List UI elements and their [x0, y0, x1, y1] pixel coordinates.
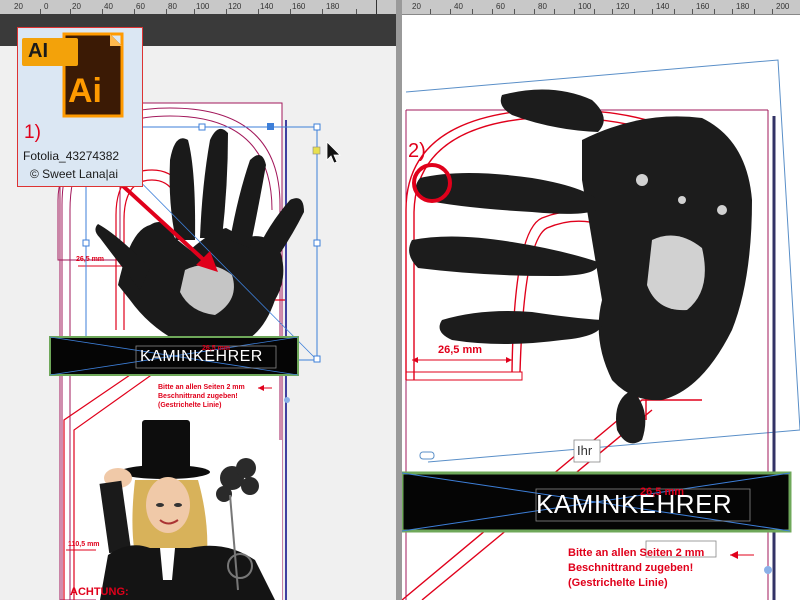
file-type-tab: AI: [28, 40, 48, 62]
right-dim-label: 26,5 mm: [438, 344, 483, 356]
dim-label-top: 26,5 mm: [76, 256, 105, 263]
note-line: Beschnittrand zugeben!: [158, 393, 238, 400]
note-line: Bitte an allen Seiten 2 mm: [158, 384, 245, 391]
bleed-note: Bitte an allen Seiten 2 mm Beschnittrand…: [158, 383, 245, 410]
left-document-view[interactable]: 20 0 20 40 60 80 100 120 140 160 180 26,…: [0, 0, 396, 600]
note-line: (Gestrichelte Linie): [568, 577, 668, 589]
file-icon-text: Ai: [68, 72, 102, 110]
step-2-label: 2): [408, 140, 426, 162]
chimney-sweep-photo: [96, 420, 282, 600]
illustrator-file-item[interactable]: AI Ai 1) Fotolia_43274382 © Sweet Lana|a…: [17, 27, 143, 187]
right-banner-title[interactable]: KAMINKEHRER: [536, 489, 732, 520]
file-credit: © Sweet Lana|ai: [30, 167, 119, 181]
right-document-view[interactable]: 20 40 60 80 100 120 140 160 180 200 2) 2…: [402, 0, 800, 600]
dim-label-bottom: 110,5 mm: [68, 541, 100, 548]
note-line: Beschnittrand zugeben!: [568, 562, 694, 574]
banner-dim-label: 26,5 mm: [202, 345, 231, 352]
right-bleed-note: Bitte an allen Seiten 2 mm Beschnittrand…: [568, 546, 704, 591]
achtung-label: ACHTUNG:: [70, 586, 129, 598]
file-name: Fotolia_43274382: [23, 149, 120, 163]
note-line: (Gestrichelte Linie): [158, 402, 222, 409]
step-1-label: 1): [24, 122, 41, 143]
ihr-label[interactable]: Ihr: [577, 443, 592, 458]
note-line: Bitte an allen Seiten 2 mm: [568, 547, 705, 559]
right-banner-dim-label: 26,5 mm: [640, 486, 685, 498]
